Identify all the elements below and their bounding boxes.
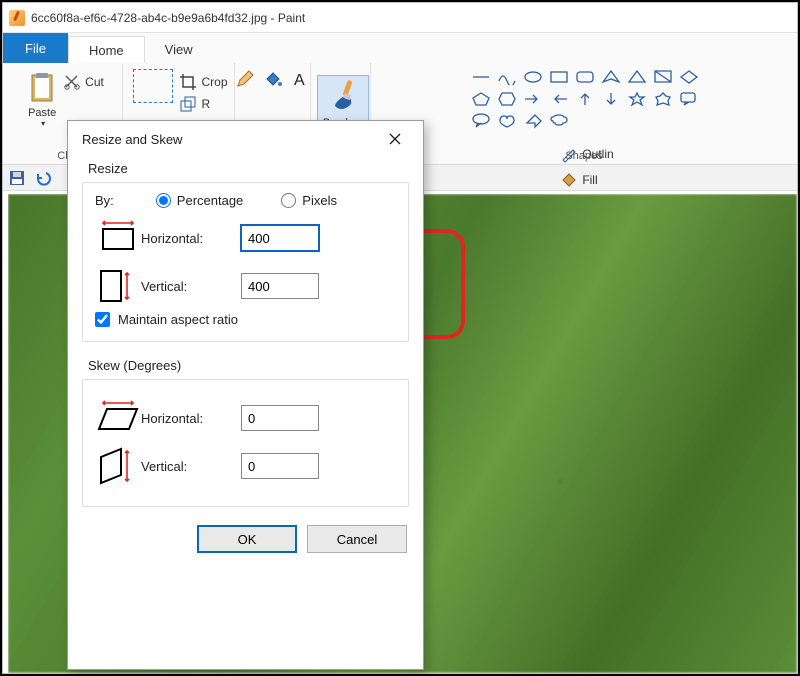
undo-icon[interactable] — [35, 170, 51, 186]
paint-window: 6cc60f8a-ef6c-4728-ab4c-b9e9a6b4fd32.jpg… — [2, 2, 798, 674]
tab-home[interactable]: Home — [68, 36, 145, 64]
pencil-icon[interactable] — [235, 69, 255, 89]
maintain-aspect-label: Maintain aspect ratio — [118, 312, 238, 327]
text-icon[interactable]: A — [291, 69, 311, 89]
skew-group: Horizontal: Vertical: — [82, 379, 409, 507]
close-icon — [389, 133, 401, 145]
radio-percentage-input[interactable] — [156, 193, 171, 208]
bucket-icon[interactable] — [263, 69, 283, 89]
crop-button[interactable]: Crop — [179, 71, 227, 93]
group-shapes: Outlin Fill Shapes — [371, 63, 797, 164]
shapes-gallery[interactable] — [469, 67, 701, 141]
paint-app-icon — [9, 10, 25, 26]
title-appname: Paint — [278, 11, 305, 25]
skew-horizontal-input[interactable] — [241, 405, 319, 431]
resize-button[interactable]: R — [179, 93, 227, 115]
skew-horizontal-icon — [95, 398, 141, 438]
tab-file[interactable]: File — [3, 33, 68, 63]
resize-skew-dialog: Resize and Skew Resize By: Percentage Pi… — [67, 120, 424, 670]
title-filename: 6cc60f8a-ef6c-4728-ab4c-b9e9a6b4fd32.jpg — [31, 11, 267, 25]
radio-percentage[interactable]: Percentage — [156, 193, 244, 208]
skew-vertical-input[interactable] — [241, 453, 319, 479]
shape-fill-button[interactable]: Fill — [560, 169, 613, 191]
resize-legend: Resize — [68, 157, 423, 182]
resize-vertical-label: Vertical: — [141, 279, 241, 294]
select-button[interactable] — [133, 69, 173, 103]
ribbon-tabs: File Home View — [3, 33, 797, 63]
radio-pixels-input[interactable] — [281, 193, 296, 208]
resize-horizontal-icon — [95, 218, 141, 258]
resize-horizontal-label: Horizontal: — [141, 231, 241, 246]
resize-horizontal-input[interactable] — [241, 225, 319, 251]
dialog-buttons: OK Cancel — [68, 519, 423, 565]
scissors-icon — [63, 73, 81, 91]
skew-horizontal-label: Horizontal: — [141, 411, 241, 426]
dialog-titlebar: Resize and Skew — [68, 121, 423, 157]
tab-view[interactable]: View — [145, 35, 213, 63]
dialog-title: Resize and Skew — [82, 132, 182, 147]
title-separator: - — [267, 11, 278, 25]
titlebar: 6cc60f8a-ef6c-4728-ab4c-b9e9a6b4fd32.jpg… — [3, 3, 797, 33]
maintain-aspect-checkbox[interactable] — [95, 312, 110, 327]
paste-button[interactable]: Paste ▾ — [21, 67, 63, 147]
crop-icon — [179, 73, 197, 91]
cancel-button[interactable]: Cancel — [307, 525, 407, 553]
resize-group: By: Percentage Pixels Horizontal: — [82, 182, 409, 342]
clipboard-icon — [25, 71, 59, 105]
resize-icon — [179, 95, 197, 113]
cut-button[interactable]: Cut — [63, 71, 104, 93]
ok-button[interactable]: OK — [197, 525, 297, 553]
radio-pixels[interactable]: Pixels — [281, 193, 337, 208]
resize-vertical-input[interactable] — [241, 273, 319, 299]
skew-vertical-icon — [95, 446, 141, 486]
skew-vertical-label: Vertical: — [141, 459, 241, 474]
save-icon[interactable] — [9, 170, 25, 186]
close-button[interactable] — [375, 124, 415, 154]
by-label: By: — [95, 193, 114, 208]
brush-icon — [323, 76, 363, 116]
group-label-shapes: Shapes — [371, 150, 797, 162]
skew-legend: Skew (Degrees) — [68, 354, 423, 379]
chevron-down-icon: ▾ — [41, 119, 45, 128]
bucket-fill-icon — [560, 171, 578, 189]
svg-text:A: A — [294, 72, 305, 89]
resize-vertical-icon — [95, 266, 141, 306]
